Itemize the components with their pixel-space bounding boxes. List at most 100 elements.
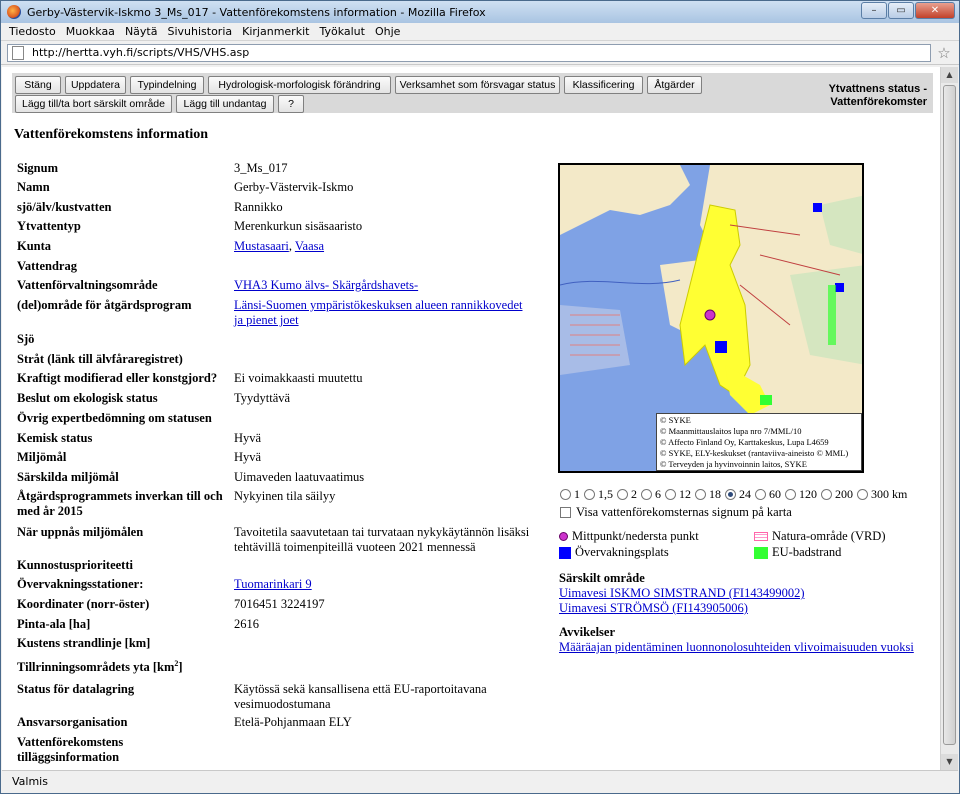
deviation-link[interactable]: Määräajan pidentäminen luonnonolosuhteid… <box>559 640 914 655</box>
station-link-tuomarinkari[interactable]: Tuomarinkari 9 <box>234 577 312 591</box>
page-content: Stäng Uppdatera Typindelning Hydrologisk… <box>2 67 940 770</box>
status-bar: Valmis <box>2 770 958 792</box>
lagg-till-omrade-button[interactable]: Lägg till/ta bort särskilt område <box>15 95 172 113</box>
signum-checkbox-row[interactable]: Visa vattenförekomsternas signum på kart… <box>560 505 792 520</box>
field-label: Beslut om ekologisk status <box>17 391 158 405</box>
field-label: Vattendrag <box>17 259 77 273</box>
field-label: Åtgärdsprogrammets inverkan till och med… <box>17 489 223 518</box>
menu-tyokalut[interactable]: Työkalut <box>319 25 365 38</box>
scroll-down-arrow-icon[interactable]: ▼ <box>941 754 958 770</box>
map-view[interactable]: © SYKE © Maanmittauslaitos lupa nro 7/MM… <box>558 163 864 473</box>
url-input[interactable] <box>32 46 905 59</box>
legend-natura: Natura-område (VRD) <box>754 529 886 544</box>
radio-icon <box>821 489 832 500</box>
field-label: Vattenförekomstens tilläggsinformation <box>17 735 124 764</box>
help-button[interactable]: ? <box>278 95 304 113</box>
scale-option[interactable]: 120 <box>785 487 817 502</box>
title-bar: Gerby-Västervik-Iskmo 3_Ms_017 - Vattenf… <box>1 1 959 23</box>
lagg-till-undantag-button[interactable]: Lägg till undantag <box>176 95 274 113</box>
menu-tiedosto[interactable]: Tiedosto <box>9 25 56 38</box>
browser-window: Gerby-Västervik-Iskmo 3_Ms_017 - Vattenf… <box>0 0 960 794</box>
field-label: Övervakningsstationer: <box>17 577 144 591</box>
vertical-scrollbar[interactable]: ▲ ▼ <box>940 67 958 770</box>
menu-ohje[interactable]: Ohje <box>375 25 400 38</box>
address-bar[interactable] <box>7 43 931 62</box>
scale-option[interactable]: 60 <box>755 487 781 502</box>
typindelning-button[interactable]: Typindelning <box>130 76 204 94</box>
scale-option-selected[interactable]: 24 <box>725 487 751 502</box>
stang-button[interactable]: Stäng <box>15 76 61 94</box>
klassificering-button[interactable]: Klassificering <box>564 76 643 94</box>
field-label: När uppnås miljömålen <box>17 525 144 539</box>
forvaltningsomrade-link[interactable]: VHA3 Kumo älvs- Skärgårdshavets- <box>234 278 418 292</box>
scale-selector: 1 1,5 2 6 12 18 24 60 120 200 300 km <box>560 487 911 502</box>
close-button[interactable]: ✕ <box>915 2 955 19</box>
field-label: Kunta <box>17 239 52 253</box>
minimize-button[interactable]: – <box>861 2 887 19</box>
field-label: Stråt (länk till älvfåraregistret) <box>17 352 183 366</box>
field-label: Tillrinningsområdets yta [km2] <box>17 659 183 675</box>
radio-icon <box>665 489 676 500</box>
field-label: sjö/älv/kustvatten <box>17 200 112 214</box>
page-title: Vattenförekomstens information <box>14 127 209 142</box>
radio-icon <box>785 489 796 500</box>
field-value: Käytössä sekä kansallisena että EU-rapor… <box>234 682 487 711</box>
atgardsprogram-link[interactable]: Länsi-Suomen ympäristökeskuksen alueen r… <box>234 298 522 327</box>
field-value: Hyvä <box>234 450 262 464</box>
radio-icon <box>584 489 595 500</box>
field-label: Vattenförvaltningsområde <box>17 278 158 292</box>
field-label: (del)område för åtgärdsprogram <box>17 298 192 312</box>
verksamhet-button[interactable]: Verksamhet som försvagar status <box>395 76 560 94</box>
status-text: Valmis <box>12 775 48 788</box>
field-label: Särskilda miljömål <box>17 470 119 484</box>
app-toolbar: Stäng Uppdatera Typindelning Hydrologisk… <box>12 73 933 113</box>
kunta-link-vaasa[interactable]: Vaasa <box>295 239 324 253</box>
atgarder-button[interactable]: Åtgärder <box>647 76 702 94</box>
scale-option[interactable]: 18 <box>695 487 721 502</box>
field-label: Status för datalagring <box>17 682 135 696</box>
radio-icon <box>695 489 706 500</box>
field-label: Ansvarsorganisation <box>17 715 128 729</box>
field-value: Mustasaari, Vaasa <box>234 239 325 253</box>
navigation-bar: ☆ <box>1 41 959 65</box>
bookmark-star-icon[interactable]: ☆ <box>935 44 953 62</box>
uppdatera-button[interactable]: Uppdatera <box>65 76 126 94</box>
natura-icon <box>754 532 768 541</box>
field-label: Ytvattentyp <box>17 219 81 233</box>
maximize-button[interactable]: ▭ <box>888 2 914 19</box>
scale-option[interactable]: 2 <box>617 487 637 502</box>
scale-option[interactable]: 1,5 <box>584 487 613 502</box>
field-value: Hyvä <box>234 431 262 445</box>
scale-option[interactable]: 200 <box>821 487 853 502</box>
menu-nayta[interactable]: Näytä <box>125 25 158 38</box>
menu-sivuhistoria[interactable]: Sivuhistoria <box>167 25 232 38</box>
checkbox[interactable] <box>560 507 571 518</box>
scale-option[interactable]: 12 <box>665 487 691 502</box>
radio-icon <box>560 489 571 500</box>
field-label: Koordinater (norr-öster) <box>17 597 150 611</box>
field-label: Namn <box>17 180 50 194</box>
field-label: Pinta-ala [ha] <box>17 617 91 631</box>
special-area-link-stromso[interactable]: Uimavesi STRÖMSÖ (FI143905006) <box>559 601 748 616</box>
menu-muokkaa[interactable]: Muokkaa <box>66 25 115 38</box>
special-area-link-iskmo[interactable]: Uimavesi ISKMO SIMSTRAND (FI143499002) <box>559 586 805 601</box>
field-value: Nykyinen tila säilyy <box>234 489 336 503</box>
scale-option[interactable]: 1 <box>560 487 580 502</box>
menu-kirjanmerkit[interactable]: Kirjanmerkit <box>242 25 309 38</box>
scale-option[interactable]: 6 <box>641 487 661 502</box>
midpoint-icon <box>559 532 568 541</box>
field-value: Etelä-Pohjanmaan ELY <box>234 715 352 729</box>
scale-option[interactable]: 300 km <box>857 487 907 502</box>
field-value: Gerby-Västervik-Iskmo <box>234 180 354 194</box>
legend-monitoring: Övervakningsplats <box>559 545 669 560</box>
hydro-morf-button[interactable]: Hydrologisk-morfologisk förändring <box>208 76 391 94</box>
toolbar-heading: Ytvattnens status - Vattenförekomster <box>828 83 927 108</box>
field-value: Tyydyttävä <box>234 391 291 405</box>
scroll-up-arrow-icon[interactable]: ▲ <box>941 67 958 83</box>
field-label: Kemisk status <box>17 431 93 445</box>
kunta-link-mustasaari[interactable]: Mustasaari <box>234 239 289 253</box>
field-value: Länsi-Suomen ympäristökeskuksen alueen r… <box>234 298 534 328</box>
scroll-thumb[interactable] <box>943 85 956 745</box>
field-value: 7016451 3224197 <box>234 597 325 611</box>
radio-icon <box>641 489 652 500</box>
